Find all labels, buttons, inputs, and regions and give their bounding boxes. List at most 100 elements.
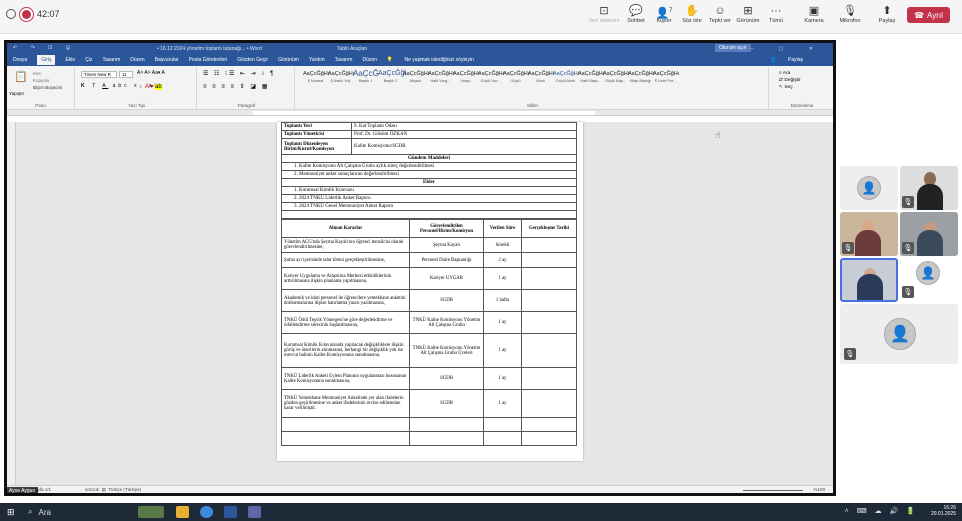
style-item[interactable]: AaÇcĞğHı Güçlü Vur... [478,69,504,87]
file-explorer-icon[interactable] [176,506,189,518]
replace-button[interactable]: ⇄ Değiştir [779,77,801,84]
participant-tile[interactable]: 👤 [840,166,898,210]
windows-start-icon[interactable]: ⊞ [7,507,17,517]
clipboard-group: 📋 Yapıştır Kes Kopyala Biçim Boyacısı Pa… [7,67,75,109]
participant-tile[interactable]: 🎙 👤 [900,258,958,302]
system-clock[interactable]: 16:26 20.01.2025 [931,505,956,517]
tab-file[interactable]: Dosya [13,57,27,63]
avatar-icon: 👤 [884,318,916,350]
window-controls[interactable]: – ▢ ✕ [751,46,825,52]
tab-layout[interactable]: Düzen [130,57,144,63]
style-item[interactable]: AaÇcĞğHı ¶ Normal [303,69,329,87]
style-item[interactable]: AaÇcĞğHı Altyazı [403,69,429,87]
meeting-status: 42:07 [6,9,60,19]
paste-icon[interactable]: 📋 [13,70,29,83]
agenda-item: 1. Kalite Komisyonu Alt Çalışma Grubu ay… [281,162,577,171]
info-value: Prof. Dr. Gülsüm ÖZKAN [351,130,577,139]
tab-review[interactable]: Gözden Geçir [237,57,268,63]
mic-muted-icon: 🎙 [902,286,914,298]
sign-in-button[interactable]: Oturum açın [715,44,751,52]
tab-view[interactable]: Görünüm [278,57,299,63]
zoom-level[interactable]: %100 [813,487,825,492]
assignee: SGDB [409,389,484,418]
style-item[interactable]: AaÇcĞğHı ¶ Aralık Yok [328,69,354,87]
tab-draw[interactable]: Çiz [85,57,92,63]
duration: 1 ay [483,267,522,290]
taskbar-search[interactable]: ⌕ Ara [24,506,136,518]
info-key: Toplantı Yöneticisi [281,130,352,139]
tab-references[interactable]: Başvurular [155,57,179,63]
zoom-slider[interactable] [743,490,803,491]
font-color-icon[interactable]: A ▾ ab [145,83,162,90]
windows-taskbar: ⊞ ⌕ Ara ˄ ⌨ ☁ 🔊 🔋 16:26 20.01.2025 [0,503,962,521]
table-row [281,417,577,432]
paste-button[interactable]: Yapıştır [9,91,24,96]
tab-table-design[interactable]: Tasarım [335,57,353,63]
copy-button[interactable]: Kopyala [33,77,63,84]
horizontal-ruler[interactable] [7,110,833,116]
tab-mailings[interactable]: Posta Gönderileri [189,57,228,63]
find-button[interactable]: ⌕ Ara [779,70,801,77]
style-item[interactable]: AaÇcĞğHı Güçlü Alıntı [553,69,579,87]
tab-design[interactable]: Tasarım [102,57,120,63]
align-buttons[interactable]: ≡ ≡ ≡ ≡ ⇕ ◪ ▦ [203,83,269,90]
decision-text: TNKÜ Yemekhane Memnuniyet Anketinde yer … [281,389,410,418]
font-size-box[interactable]: 11 [119,71,133,78]
table-row: Şubat ayı içerisinde talut töreni gerçek… [281,252,577,268]
cut-button[interactable]: Kes [33,70,63,77]
tab-insert[interactable]: Ekle [65,57,75,63]
camera-button[interactable]: ▣ Kamera [797,4,831,24]
teams-app-icon[interactable] [248,506,261,518]
share-button[interactable]: ⬆ Paylaş [870,4,904,24]
document-page[interactable]: Toplantı Yeri 9. Kat Toplantı Odası Topla… [277,122,583,461]
select-button[interactable]: ↖ Seç [779,84,801,91]
group-label: Yazı Tipi [128,103,145,108]
table-row: TNKÜ Liderlik Anketi Eylem Planının uygu… [281,367,577,390]
completion-date [521,333,577,368]
list-buttons[interactable]: ☰ ☷ ⁝☰ ⇤ ⇥ ↕ ¶ [203,70,275,77]
document-area[interactable]: Toplantı Yeri 9. Kat Toplantı Odası Topla… [7,122,833,485]
quick-access-toolbar[interactable]: ↶ ↷ ⊡ 🖫 [13,45,76,53]
recording-icon [22,9,31,19]
col-header: Verilen Süre [483,219,522,238]
style-item[interactable]: AaÇcĞ Başlık 1 [353,69,379,87]
tab-table-layout[interactable]: Düzen [362,57,376,63]
tell-me-box[interactable]: 💡 Ne yapmak istediğinizi söyleyin [387,57,484,63]
participant-tile[interactable]: 👤 🎙 [840,304,958,364]
data-button[interactable]: ⊡ Veri aktarımı [587,4,621,24]
participant-video-tile-active[interactable] [840,258,898,302]
word-count[interactable]: sözcük ▤ Türkçe (Türkiye) [85,487,141,493]
format-painter-button[interactable]: Biçim Boyacısı [33,84,63,91]
font-size-buttons[interactable]: A˄ A˅ Aa▾ A [137,70,165,76]
chrome-icon[interactable] [200,506,213,518]
style-item[interactable]: AaÇcĞğHı Vurgu [453,69,479,87]
participant-video-tile[interactable]: 🎙 [900,212,958,256]
word-app-icon[interactable] [224,506,237,518]
more-button[interactable]: ··· Tümü [759,4,793,24]
font-name-box[interactable]: Times New R [81,71,117,78]
more-icon: ··· [770,5,782,17]
decision-text: Şubat ayı içerisinde talut töreni gerçek… [281,252,410,268]
participant-gallery: 👤 🎙 🎙 🎙 🎙 👤 👤 🎙 [838,166,962,366]
tab-help[interactable]: Yardım [309,57,325,63]
style-item[interactable]: AaÇcĞğHı Hafif Başv... [578,69,604,87]
system-tray-icons[interactable]: ˄ ⌨ ☁ 🔊 🔋 [845,507,918,515]
vertical-ruler[interactable] [7,122,16,485]
decision-text: Akademik ve idari personel ile öğrencile… [281,289,410,312]
style-item[interactable]: AaÇcĞğHı Kitap Başlığı [628,69,654,87]
style-item[interactable]: AaÇcĞğHı Güçlü Baş... [603,69,629,87]
style-item[interactable]: AaÇcĞğHı ¶ Liste Par... [653,69,679,87]
style-item[interactable]: AaÇcĞğHı Hafif Vurg... [428,69,454,87]
participant-video-tile[interactable]: 🎙 [840,212,898,256]
style-item[interactable]: AaÇcĞğHı Alıntı [528,69,554,87]
word-share-button[interactable]: 👤 Paylaş [770,57,813,63]
tab-home[interactable]: Giriş [37,55,56,65]
paragraph-group: ☰ ☷ ⁝☰ ⇤ ⇥ ↕ ¶ ≡ ≡ ≡ ≡ ⇕ ◪ ▦ Paragraf [199,67,295,109]
decisions-table: Alınan Kararlar Görevlendirilen Personel… [281,219,577,446]
style-item[interactable]: AaÇcĞğl Başlık 2 [378,69,406,87]
mic-button[interactable]: 🎙 Mikrofon [833,4,867,24]
style-item[interactable]: AaÇcĞğHı Güçlü [503,69,529,87]
leave-button[interactable]: ☎ Ayrıl [907,7,950,23]
weather-widget-icon[interactable] [138,506,164,518]
participant-video-tile[interactable]: 🎙 [900,166,958,210]
